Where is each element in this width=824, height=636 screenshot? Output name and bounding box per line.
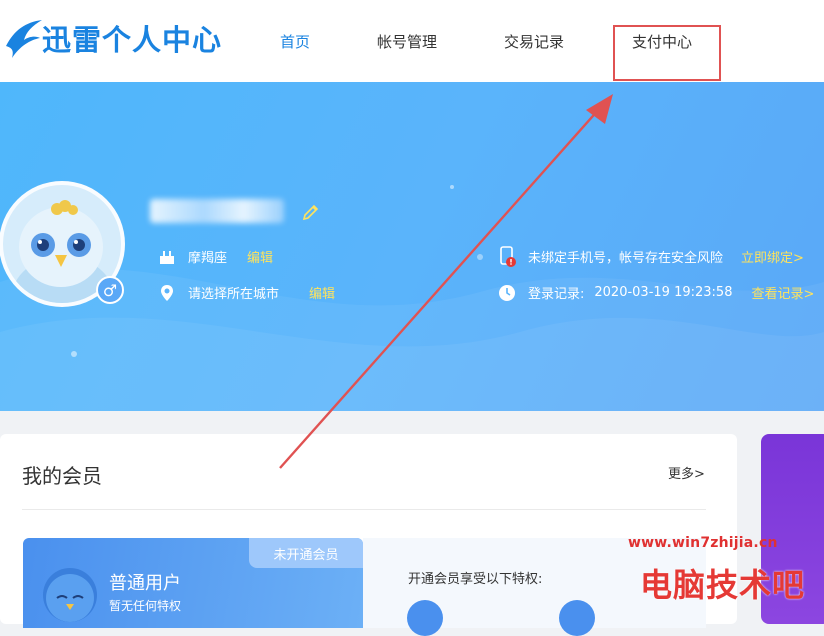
nav-account[interactable]: 帐号管理	[377, 31, 437, 52]
bind-phone-link[interactable]: 立即绑定>	[741, 247, 804, 266]
privilege-icon	[559, 600, 595, 636]
zodiac-row: 摩羯座 编辑	[158, 247, 273, 266]
clock-icon	[498, 284, 516, 302]
user-membership-panel: 未开通会员 普通用户 暂无任何特权	[23, 538, 363, 628]
phone-warning-text: 未绑定手机号，帐号存在安全风险	[528, 251, 724, 266]
annotation-highlight-box	[613, 25, 721, 81]
edit-pencil-icon[interactable]	[301, 203, 321, 223]
city-row: 请选择所在城市 编辑	[158, 283, 335, 302]
top-header: 迅雷个人中心 首页 帐号管理 交易记录 支付中心	[0, 0, 824, 82]
male-icon: ♂	[96, 276, 124, 304]
more-link[interactable]: 更多>	[668, 463, 705, 482]
user-privileges-label: 暂无任何特权	[109, 599, 182, 613]
privilege-icon	[407, 600, 443, 636]
member-card: 我的会员 更多> 未开通会员 普通用户 暂无任何特权 开通会员享受以下特权:	[0, 434, 737, 636]
watermark-text: 电脑技术吧	[640, 566, 806, 604]
nav-transactions[interactable]: 交易记录	[504, 31, 564, 52]
cake-icon	[158, 248, 176, 266]
phone-warning-icon	[498, 245, 516, 267]
zodiac-value: 摩羯座	[188, 251, 228, 266]
watermark-url: www.win7zhijia.cn	[628, 535, 778, 551]
thunder-bird-icon	[6, 20, 42, 58]
member-section-title: 我的会员	[22, 464, 102, 488]
user-bird-icon	[43, 568, 97, 622]
view-login-records-link[interactable]: 查看记录>	[751, 283, 814, 302]
city-value: 请选择所在城市	[188, 287, 280, 302]
login-time: 2020-03-19 19:23:58	[594, 285, 733, 300]
username-redacted	[150, 199, 284, 223]
nav-home[interactable]: 首页	[280, 31, 310, 52]
zodiac-edit-link[interactable]: 编辑	[247, 247, 273, 266]
profile-banner: ♂ 摩羯座 编辑 请选择所在城市 编辑 未绑定手机号，帐号存在安全风险 立即绑定…	[0, 82, 824, 411]
phone-warning-row: 未绑定手机号，帐号存在安全风险 立即绑定>	[498, 245, 804, 267]
logo[interactable]: 迅雷个人中心	[4, 12, 222, 64]
login-record-row: 登录记录: 2020-03-19 19:23:58 查看记录>	[498, 283, 814, 302]
divider	[22, 509, 706, 510]
open-membership-prompt: 开通会员享受以下特权:	[408, 572, 543, 587]
city-edit-link[interactable]: 编辑	[309, 283, 335, 302]
location-pin-icon	[158, 284, 176, 302]
user-type-label: 普通用户	[109, 573, 181, 594]
login-label: 登录记录:	[528, 287, 585, 302]
logo-text: 迅雷个人中心	[42, 23, 223, 57]
status-badge: 未开通会员	[249, 538, 363, 568]
